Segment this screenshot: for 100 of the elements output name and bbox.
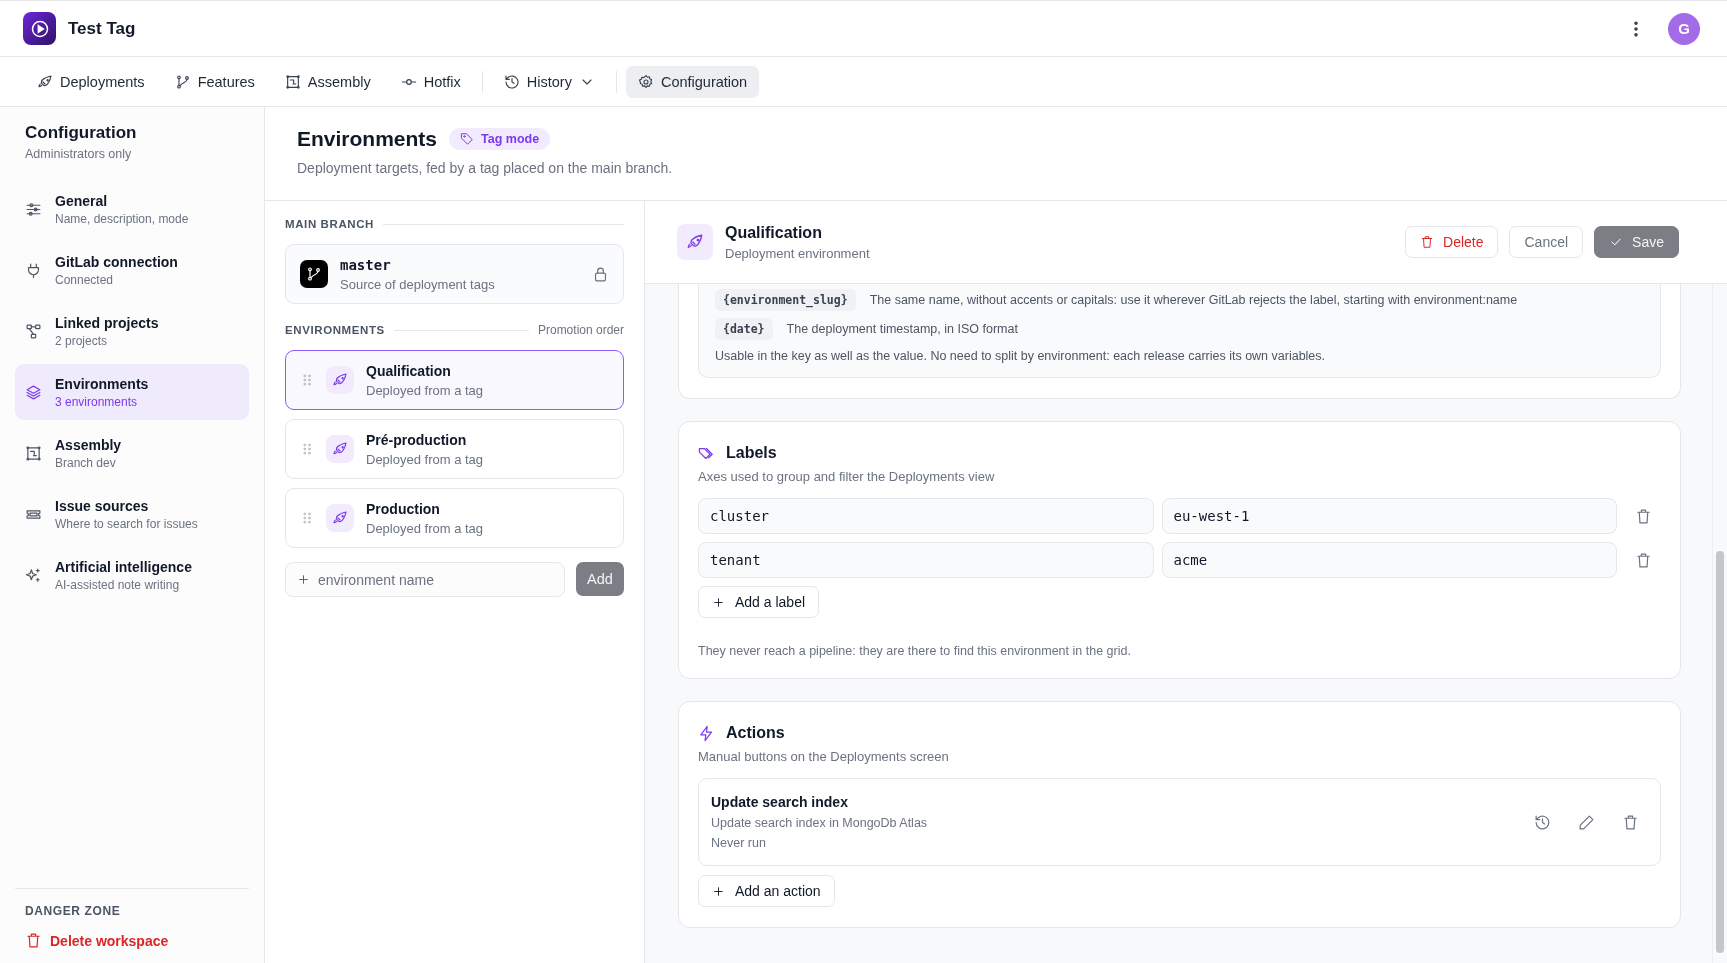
sidebar-item[interactable]: Issue sources Where to search for issues xyxy=(15,486,249,542)
scrollbar[interactable] xyxy=(1712,284,1727,963)
add-action-button[interactable]: Add an action xyxy=(698,875,835,907)
item-detail: Branch dev xyxy=(55,455,117,470)
labels-note: They never reach a pipeline: they are there to find this environment in the grid. xyxy=(698,644,1132,658)
mode-badge: Tag mode xyxy=(449,128,551,150)
drag-handle-icon xyxy=(300,511,314,525)
history-icon[interactable] xyxy=(1533,813,1551,831)
environment-detail: Deployed from a tag xyxy=(366,451,484,467)
branch-icon xyxy=(174,73,191,90)
section-title: Actions xyxy=(726,724,785,742)
sidebar-item[interactable]: Environments 3 environments xyxy=(15,364,249,420)
delete-workspace-link[interactable]: Delete workspace xyxy=(25,932,239,949)
trash-icon[interactable] xyxy=(1621,813,1639,831)
branch-name: master xyxy=(340,256,392,273)
plus-icon xyxy=(712,884,725,898)
sidebar-item[interactable]: General Name, description, mode xyxy=(15,181,249,237)
trash-icon xyxy=(25,932,42,949)
nav-tab[interactable]: Features xyxy=(162,65,267,98)
history-icon xyxy=(503,73,520,90)
cancel-button[interactable]: Cancel xyxy=(1509,226,1584,258)
sparkles-icon xyxy=(25,566,42,584)
item-detail: 3 environments xyxy=(55,394,139,409)
nav-tab[interactable]: Assembly xyxy=(272,65,383,98)
drag-handle-icon xyxy=(300,442,314,456)
lightning-icon xyxy=(698,724,715,742)
section-description: Manual buttons on the Deployments screen xyxy=(698,749,950,764)
plug-icon xyxy=(25,261,42,279)
layers-icon xyxy=(25,383,42,401)
detail-subtitle: Deployment environment xyxy=(725,245,870,261)
placeholder-token: {environment_slug} xyxy=(715,289,856,311)
rocket-icon xyxy=(326,504,354,532)
item-detail: Connected xyxy=(55,272,115,287)
settings-icon xyxy=(637,73,654,90)
environment-name: Production xyxy=(366,500,441,517)
detail-title: Qualification xyxy=(725,223,823,242)
placeholder-description: The same name, without accents or capitals: use it wherever GitLab rejects the label, starting with environment:name xyxy=(869,293,1518,307)
frame-icon xyxy=(284,73,301,90)
environment-item[interactable]: Pré-production Deployed from a tag xyxy=(285,419,624,479)
sort-note: Promotion order xyxy=(537,323,624,337)
page-description: Deployment targets, fed by a tag placed on the main branch. xyxy=(297,160,674,176)
item-detail: 2 projects xyxy=(55,333,109,348)
frame-icon xyxy=(25,444,42,462)
branch-detail: Source of deployment tags xyxy=(340,276,495,292)
environment-name: Qualification xyxy=(366,362,452,379)
sidebar-item[interactable]: Assembly Branch dev xyxy=(15,425,249,481)
user-avatar[interactable]: G xyxy=(1668,12,1700,45)
section-title: Labels xyxy=(726,444,777,462)
sidebar-subtitle: Administrators only xyxy=(24,147,133,161)
item-detail: Where to search for issues xyxy=(55,516,198,531)
tag-icon xyxy=(460,132,475,146)
section-heading: ENVIRONMENTS xyxy=(285,324,385,336)
action-name: Update search index xyxy=(711,794,849,810)
label-key-field[interactable]: cluster xyxy=(698,498,1154,534)
trash-icon[interactable] xyxy=(1634,507,1652,525)
trash-icon[interactable] xyxy=(1634,551,1652,569)
app-title: Test Tag xyxy=(68,18,136,39)
nav-tab[interactable]: Deployments xyxy=(25,65,157,98)
branch-icon xyxy=(300,260,328,288)
trash-icon xyxy=(1420,235,1434,249)
rocket-icon xyxy=(326,435,354,463)
page-title: Environments xyxy=(297,127,438,151)
item-detail: Name, description, mode xyxy=(55,211,189,226)
sidebar-title: Configuration xyxy=(24,123,138,143)
section-heading: MAIN BRANCH xyxy=(285,218,374,230)
label-value-field[interactable]: acme xyxy=(1161,542,1617,578)
rocket-icon xyxy=(677,224,713,260)
section-heading: DANGER ZONE xyxy=(25,904,122,918)
environment-item[interactable]: Qualification Deployed from a tag xyxy=(285,350,624,410)
sidebar-item[interactable]: Linked projects 2 projects xyxy=(15,303,249,359)
environment-item[interactable]: Production Deployed from a tag xyxy=(285,488,624,548)
item-detail: AI-assisted note writing xyxy=(55,577,181,592)
label-key-field[interactable]: tenant xyxy=(698,542,1154,578)
action-status: Never run xyxy=(711,836,767,850)
item-label: Issue sources xyxy=(55,497,150,514)
pencil-icon[interactable] xyxy=(1577,813,1595,831)
item-label: Assembly xyxy=(55,436,122,453)
action-description: Update search index in MongoDb Atlas xyxy=(711,816,928,830)
nav-tab[interactable]: Configuration xyxy=(625,65,760,98)
section-description: Axes used to group and filter the Deployments view xyxy=(698,469,996,484)
nav-tab[interactable]: History xyxy=(491,65,607,98)
placeholder-description: The deployment timestamp, in ISO format xyxy=(786,322,1018,336)
plus-icon xyxy=(712,595,725,609)
sidebar-item[interactable]: Artificial intelligence AI-assisted note writing xyxy=(15,547,249,603)
environment-detail: Deployed from a tag xyxy=(366,520,484,536)
environment-name: Pré-production xyxy=(366,431,468,448)
drag-handle-icon xyxy=(300,373,314,387)
rocket-icon xyxy=(37,73,53,90)
sliders-icon xyxy=(25,200,42,218)
add-label-button[interactable]: Add a label xyxy=(698,586,820,618)
delete-button[interactable]: Delete xyxy=(1405,226,1499,258)
sidebar-item[interactable]: GitLab connection Connected xyxy=(15,242,249,298)
rocket-icon xyxy=(326,366,354,394)
placeholder-token: {date} xyxy=(715,318,773,340)
environment-detail: Deployed from a tag xyxy=(366,382,484,398)
nodes-icon xyxy=(25,322,42,340)
item-label: Environments xyxy=(55,375,149,392)
item-label: Linked projects xyxy=(55,314,159,331)
label-value-field[interactable]: eu-west-1 xyxy=(1161,498,1617,534)
nav-tab[interactable]: Hotfix xyxy=(388,65,473,98)
